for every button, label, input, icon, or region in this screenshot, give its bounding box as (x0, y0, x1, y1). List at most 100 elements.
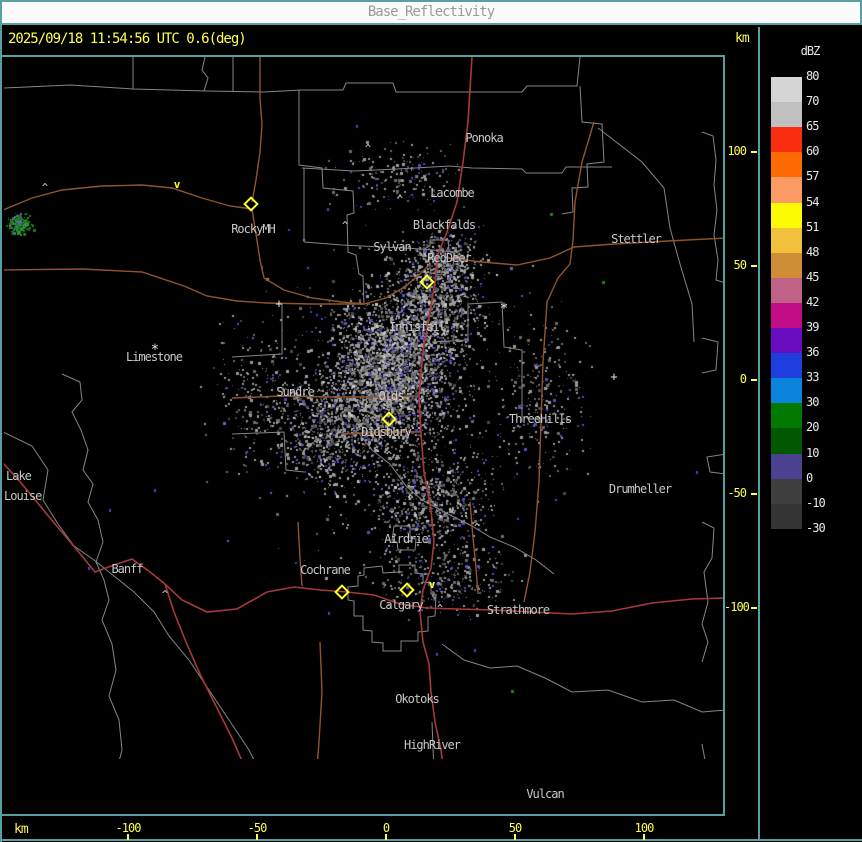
y-axis-unit-label: km (735, 31, 750, 46)
radar-site-marker (243, 196, 259, 212)
city-label-reddeer: RedDeer (427, 251, 472, 265)
x-axis-tick-mark (256, 834, 258, 840)
town-caret-marker: ^ (318, 463, 326, 475)
map-path (251, 208, 365, 305)
city-label-strathmore: Strathmore (486, 603, 550, 617)
map-path (201, 57, 209, 92)
colorbar-swatch (771, 453, 802, 480)
colorbar-tick-label: 0 (806, 470, 813, 485)
colorbar-tick-label: 10 (806, 445, 819, 460)
colorbar-swatch (771, 277, 802, 304)
map-path (523, 121, 595, 603)
city-label-drumheller: Drumheller (608, 482, 672, 496)
map-path (657, 774, 659, 817)
check-marker: v (173, 177, 181, 191)
map-path (391, 525, 417, 551)
x-axis-tick-label: 0 (382, 821, 390, 835)
city-label-calgary: Calgary (379, 598, 424, 612)
colorbar-tick-label: 39 (806, 320, 819, 334)
y-axis-tick-mark (751, 379, 757, 381)
map-path (447, 237, 723, 266)
y-axis-tick-mark (751, 493, 757, 495)
colorbar-swatch (771, 503, 802, 530)
city-label-okotoks: Okotoks (395, 692, 440, 706)
map-path (341, 431, 420, 435)
map-path (231, 431, 305, 473)
map-path (701, 337, 719, 374)
x-axis-tick-mark (385, 834, 387, 840)
colorbar-swatch (771, 378, 802, 404)
x-axis-tick-mark (127, 834, 129, 840)
town-caret-marker: ^ (473, 522, 481, 534)
city-label-threehills: ThreeHills (508, 412, 572, 426)
map-path (363, 263, 431, 305)
colorbar-tick-label: 54 (806, 194, 819, 209)
y-axis-tick-label: 100 (727, 144, 747, 158)
plus-marker: + (275, 296, 283, 311)
colorbar-tick-label: 33 (806, 370, 819, 385)
frame-left-line (0, 0, 2, 842)
map-path (445, 782, 582, 817)
map-path (441, 643, 723, 713)
colorbar-tick-label: 70 (806, 94, 819, 109)
town-caret-marker: ^ (396, 194, 404, 206)
map-path (706, 453, 723, 475)
y-axis-tick-label: 0 (739, 372, 747, 386)
city-label-louise: Louise (4, 489, 42, 503)
map-path (597, 127, 695, 343)
map-path (4, 462, 723, 615)
plus-marker: + (610, 369, 618, 384)
radar-site-marker (399, 582, 415, 598)
county-boundaries (4, 57, 723, 817)
colorbar-unit-label: dBZ (800, 44, 821, 58)
y-axis-tick-label: -100 (724, 600, 750, 614)
city-label-lake: Lake (6, 469, 32, 483)
map-path (701, 521, 715, 663)
town-caret-marker: ^ (398, 345, 406, 357)
colorbar-swatch (771, 177, 802, 204)
y-axis-tick-mark (751, 265, 757, 267)
town-caret-marker: ^ (385, 450, 393, 462)
map-path (418, 57, 473, 759)
colorbar-tick-label: 60 (806, 144, 819, 159)
colorbar-tick-label: 30 (806, 395, 819, 410)
city-label-innisfail: Innisfail (388, 320, 446, 334)
y-axis-tick-label: 50 (733, 258, 747, 272)
colorbar-swatch (771, 252, 802, 279)
x-axis-tick-label: 50 (508, 821, 522, 835)
title-bar: Base_Reflectivity (0, 0, 862, 25)
basemap-layer (4, 57, 723, 817)
colorbar-swatch (771, 428, 802, 455)
map-path (251, 57, 263, 203)
frame-bottom-line (0, 839, 862, 841)
map-path (298, 90, 365, 306)
colorbar-swatch (771, 478, 802, 505)
colorbar-swatch (771, 127, 802, 153)
colorbar-swatch (771, 152, 802, 178)
colorbar-tick-label: -30 (806, 520, 826, 535)
map-path (357, 431, 555, 575)
map-path (316, 641, 323, 759)
city-label-sundre: Sundre (276, 385, 314, 399)
x-axis-tick-mark (514, 834, 516, 840)
radar-site-marker (419, 274, 435, 290)
colorbar-swatch (771, 328, 802, 354)
city-label-vulcan: Vulcan (526, 787, 564, 801)
colorbar-tick-label: 42 (806, 294, 819, 309)
x-axis-tick-label: -50 (247, 821, 268, 835)
colorbar-tick-label: 57 (806, 169, 819, 184)
town-caret-marker: ^ (364, 143, 372, 155)
asterisk-marker: * (499, 301, 509, 318)
map-path (301, 165, 612, 174)
colorbar-swatch (771, 302, 802, 329)
map-path (469, 501, 479, 595)
map-path (164, 583, 243, 759)
map-path (231, 395, 419, 399)
city-label-lacombe: Lacombe (430, 186, 475, 200)
colorbar-tick-label: 36 (806, 345, 819, 360)
map-path (303, 241, 455, 253)
x-axis-tick-mark (643, 834, 645, 840)
colorbar-tick-label: -10 (806, 495, 826, 510)
radar-display[interactable]: Ponoka Lacombe Blackfalds Sylvan RedDeer Rock… (0, 55, 728, 842)
map-path (701, 743, 706, 759)
